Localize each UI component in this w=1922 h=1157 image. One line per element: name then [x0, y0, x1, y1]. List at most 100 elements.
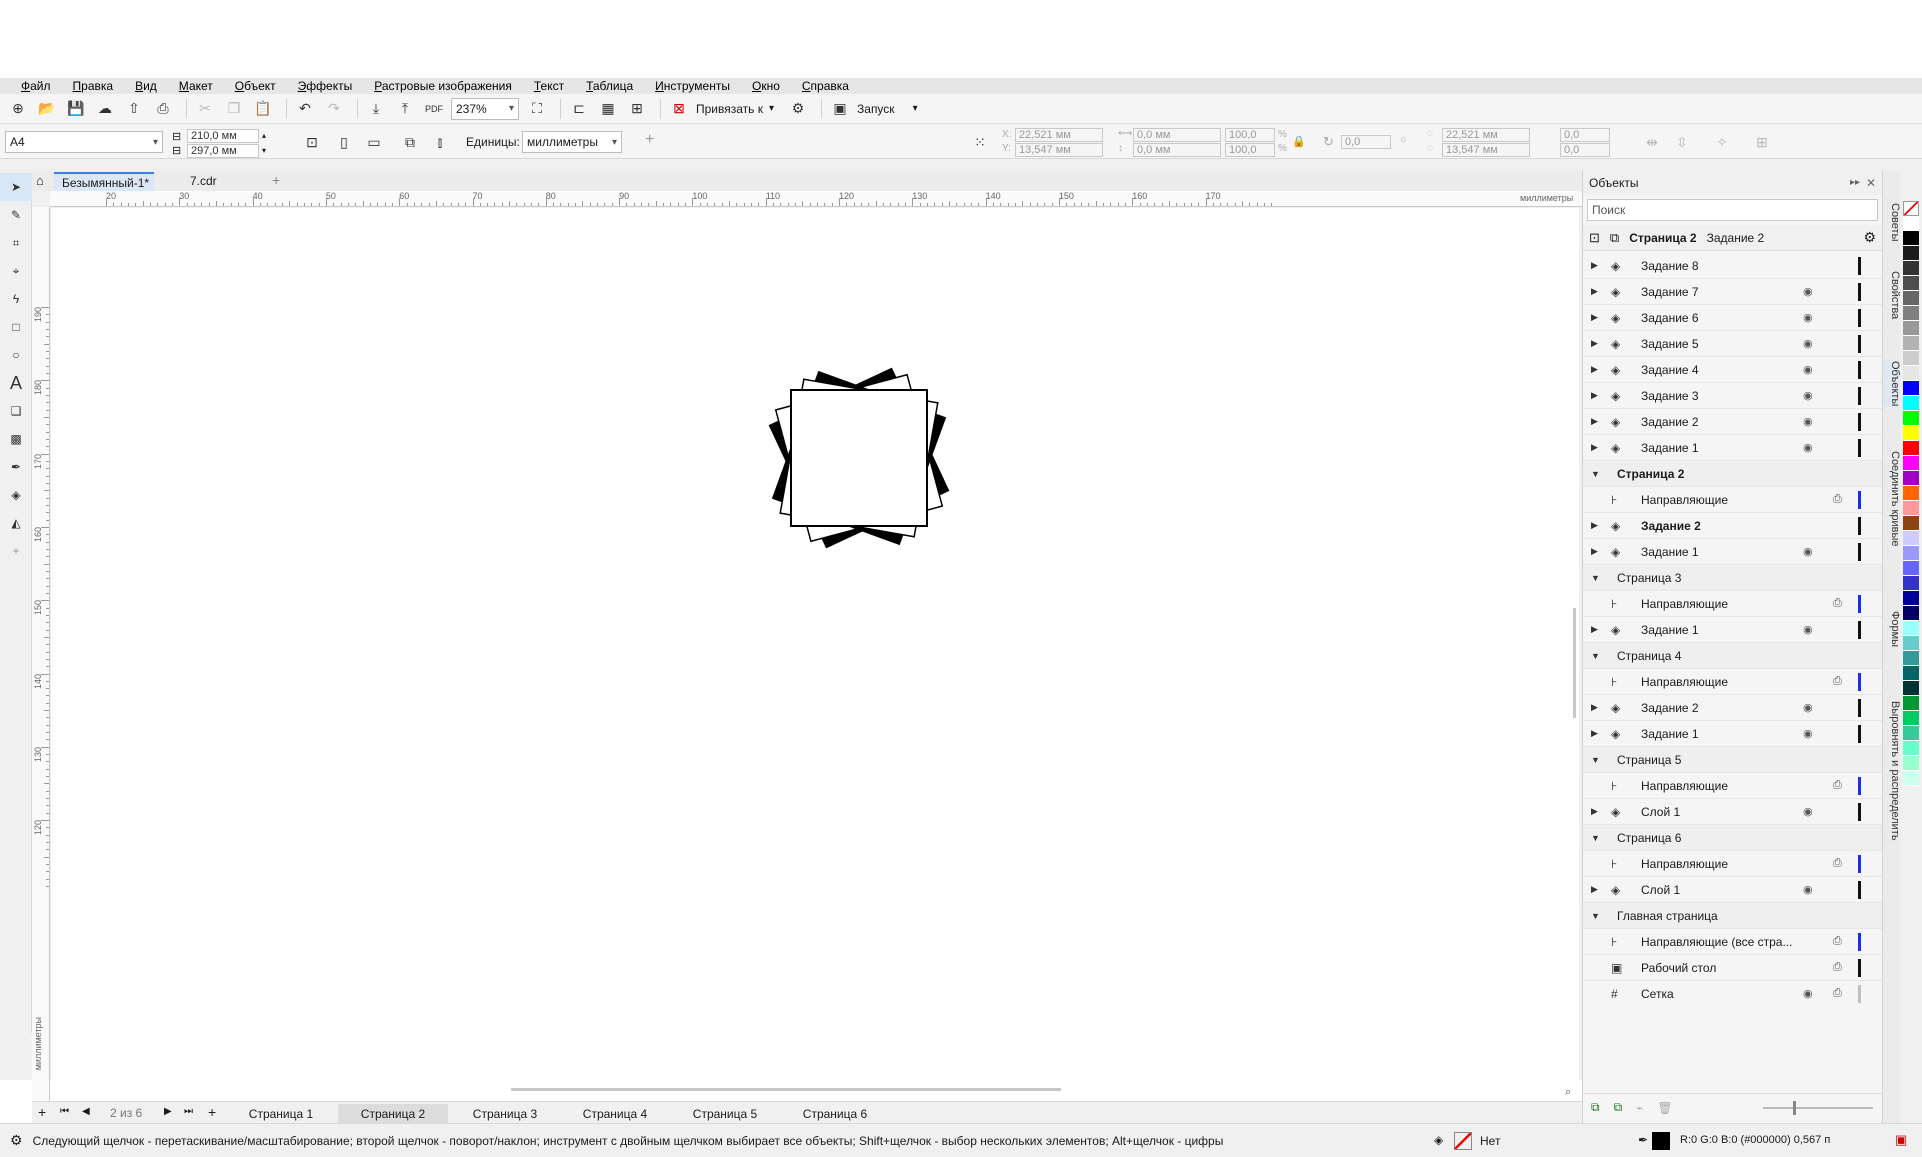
- mirror-horizontal-icon[interactable]: ⇹: [1640, 131, 1664, 153]
- spin-arrows-icon[interactable]: ▴ ▾: [262, 128, 266, 158]
- print-icon[interactable]: ⎙: [1833, 779, 1842, 792]
- palette-swatch[interactable]: [1903, 516, 1919, 531]
- menu-table[interactable]: Таблица: [575, 79, 644, 93]
- palette-swatch[interactable]: [1903, 456, 1919, 471]
- link-icon[interactable]: ⌁: [1636, 1101, 1643, 1115]
- close-icon[interactable]: ✕: [1866, 171, 1876, 195]
- print-icon[interactable]: ⎙: [1833, 675, 1842, 688]
- tree-layer-row[interactable]: ▶ ◈ Задание 7 ◉: [1583, 279, 1883, 305]
- tree-layer-row[interactable]: ⊦ Направляющие ⎙: [1583, 487, 1883, 513]
- zoom-slider[interactable]: [1763, 1100, 1873, 1115]
- page-view-icon[interactable]: ⊡: [1589, 230, 1600, 246]
- tree-layer-row[interactable]: ▶ ◈ Слой 1 ◉: [1583, 877, 1883, 903]
- collapse-arrow-icon[interactable]: ▼: [1591, 755, 1600, 765]
- layer-color-swatch[interactable]: [1858, 542, 1861, 561]
- tree-page-row[interactable]: ▼ Страница 5: [1583, 747, 1883, 773]
- expand-arrow-icon[interactable]: ▶: [1591, 702, 1598, 713]
- print-icon[interactable]: ⎙: [151, 98, 175, 120]
- new-master-layer-icon[interactable]: ⧉: [1614, 1100, 1623, 1115]
- expand-arrow-icon[interactable]: ▶: [1591, 286, 1598, 297]
- show-grid-icon[interactable]: ▦: [596, 98, 620, 120]
- new-layer-icon[interactable]: ⧉: [1591, 1100, 1600, 1115]
- palette-swatch[interactable]: [1903, 696, 1919, 711]
- tree-layer-row[interactable]: ⊦ Направляющие ⎙: [1583, 851, 1883, 877]
- new-document-icon[interactable]: ⊕: [6, 98, 30, 120]
- tree-layer-row[interactable]: ▶ ◈ Задание 2 ◉: [1583, 695, 1883, 721]
- tree-layer-row[interactable]: ▶ ◈ Задание 1 ◉: [1583, 721, 1883, 747]
- palette-swatch[interactable]: [1903, 381, 1919, 396]
- visibility-eye-icon[interactable]: ◉: [1803, 883, 1813, 896]
- layer-color-swatch[interactable]: [1858, 776, 1861, 795]
- show-rulers-icon[interactable]: ⊏: [567, 98, 591, 120]
- menu-view[interactable]: Вид: [124, 79, 168, 93]
- palette-swatch[interactable]: [1903, 276, 1919, 291]
- undo-icon[interactable]: ↶: [293, 98, 317, 120]
- menu-effects[interactable]: Эффекты: [287, 79, 364, 93]
- reference-point-icon[interactable]: ⁙: [968, 131, 992, 153]
- menu-file[interactable]: Файл: [10, 79, 62, 93]
- status-gear-icon[interactable]: ⚙: [10, 1132, 23, 1149]
- side-tab-properties[interactable]: Свойства: [1883, 271, 1901, 319]
- layer-color-swatch[interactable]: [1858, 958, 1861, 977]
- layer-color-swatch[interactable]: [1858, 672, 1861, 691]
- transform-icon[interactable]: ✧: [1710, 131, 1734, 153]
- portrait-icon[interactable]: ▯: [332, 131, 356, 153]
- tab-untitled[interactable]: Безымянный-1*: [54, 172, 154, 191]
- import-icon[interactable]: ⤓: [364, 98, 388, 120]
- page-tab-1[interactable]: Страница 1: [226, 1104, 336, 1124]
- tree-layer-row[interactable]: ▶ ◈ Задание 1 ◉: [1583, 435, 1883, 461]
- layer-color-swatch[interactable]: [1858, 334, 1861, 353]
- palette-swatch[interactable]: [1903, 231, 1919, 246]
- palette-swatch[interactable]: [1903, 261, 1919, 276]
- layer-color-swatch[interactable]: [1858, 308, 1861, 327]
- lock-ratio-icon[interactable]: 🔒: [1292, 135, 1306, 148]
- fill-tool-icon[interactable]: ◈: [0, 481, 32, 509]
- tree-layer-row[interactable]: ▶ ◈ Задание 2: [1583, 513, 1883, 539]
- side-tab-objects[interactable]: Объекты: [1883, 361, 1901, 407]
- vertical-scrollbar[interactable]: [1573, 608, 1576, 718]
- palette-swatch[interactable]: [1903, 471, 1919, 486]
- print-icon[interactable]: ⎙: [1833, 935, 1842, 948]
- layer-color-swatch[interactable]: [1858, 620, 1861, 639]
- palette-swatch[interactable]: [1903, 426, 1919, 441]
- expand-arrow-icon[interactable]: ▶: [1591, 806, 1598, 817]
- docker-options-gear-icon[interactable]: ⚙: [1863, 229, 1876, 246]
- side-tab-hints[interactable]: Советы: [1883, 203, 1901, 241]
- visibility-eye-icon[interactable]: ◉: [1803, 363, 1813, 376]
- expand-arrow-icon[interactable]: ▶: [1591, 884, 1598, 895]
- page-size-select[interactable]: A4: [5, 131, 163, 153]
- options-gear-icon[interactable]: ⚙: [786, 98, 810, 120]
- add-tool-icon[interactable]: +: [0, 537, 32, 565]
- layer-color-swatch[interactable]: [1858, 724, 1861, 743]
- scale-x-field[interactable]: 100,0: [1225, 128, 1275, 142]
- collapse-arrow-icon[interactable]: ▼: [1591, 651, 1600, 661]
- print-icon[interactable]: ⎙: [1833, 493, 1842, 506]
- cut-icon[interactable]: ✂: [193, 98, 217, 120]
- cloud-icon[interactable]: ☁: [93, 98, 117, 120]
- next-page-icon[interactable]: ▶: [164, 1106, 172, 1117]
- zoom-level-select[interactable]: 237%: [451, 97, 519, 120]
- expand-arrow-icon[interactable]: ▶: [1591, 364, 1598, 375]
- palette-swatch[interactable]: [1903, 216, 1919, 231]
- palette-swatch[interactable]: [1903, 561, 1919, 576]
- vertical-ruler[interactable]: 190 180 170 160 150 140 130 120 миллиметры: [32, 207, 50, 1101]
- landscape-icon[interactable]: ▭: [362, 131, 386, 153]
- menu-object[interactable]: Объект: [224, 79, 287, 93]
- drawing-canvas[interactable]: ⌕: [51, 208, 1579, 1102]
- redo-icon[interactable]: ↷: [322, 98, 346, 120]
- palette-swatch[interactable]: [1903, 636, 1919, 651]
- snap-off-icon[interactable]: ⊠: [667, 98, 691, 120]
- page-tab-5[interactable]: Страница 5: [670, 1104, 780, 1124]
- paste-icon[interactable]: 📋: [251, 98, 275, 120]
- tree-layer-row[interactable]: ▣ Рабочий стол ⎙: [1583, 955, 1883, 981]
- all-pages-icon[interactable]: ⊡: [300, 131, 324, 153]
- palette-swatch[interactable]: [1903, 411, 1919, 426]
- expand-arrow-icon[interactable]: ▶: [1591, 624, 1598, 635]
- zoom-corner-icon[interactable]: ⌕: [1565, 1086, 1571, 1099]
- no-color-swatch[interactable]: [1903, 201, 1919, 216]
- menu-bitmaps[interactable]: Растровые изображения: [363, 79, 523, 93]
- page-tab-2[interactable]: Страница 2: [338, 1104, 448, 1124]
- expand-arrow-icon[interactable]: ▶: [1591, 728, 1598, 739]
- color-mode-icon[interactable]: ▣: [1895, 1132, 1907, 1148]
- tree-layer-row[interactable]: ▶ ◈ Задание 1 ◉: [1583, 617, 1883, 643]
